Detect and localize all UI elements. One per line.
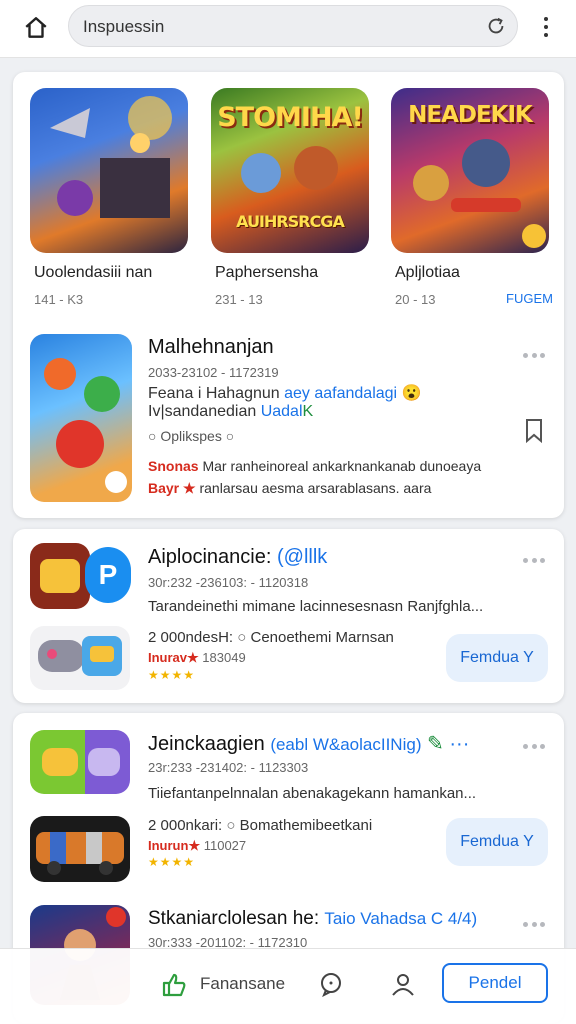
app-meta: 30r:232 -236103: - 1120318 — [148, 575, 309, 590]
reload-icon[interactable] — [485, 15, 507, 37]
search-bar[interactable]: Inspuessin — [68, 5, 518, 47]
app-meta: 23r:233 -231402: - 1123303 — [148, 760, 309, 775]
game-art-2: STOMIHA! AUIHRSRCGA — [211, 88, 369, 253]
truck-image — [30, 816, 130, 882]
app-description: Tarandeinethi mimane lacinnesesnasn Ranj… — [148, 598, 484, 615]
promo-line-2: Bayr ★ ranlarsau aesma arsarablasans. aa… — [148, 480, 432, 496]
app-badge-icon: P — [85, 547, 131, 603]
app-title: Stkaniarclolesan he: Taio Vahadsa C 4/4) — [148, 908, 478, 929]
more-icon[interactable] — [523, 348, 545, 362]
profile-icon[interactable] — [390, 971, 416, 997]
featured-card: Uoolendasiii nan 141 - K3 STOMIHA! AUIHR… — [13, 72, 564, 518]
app-title: Jeinckaagien (eabl W&aolacIINig) ✎ ··· — [148, 733, 470, 755]
app-line-2: Iv|sandanedian UadalK — [148, 403, 314, 420]
art-subtitle: AUIHRSRCGA — [236, 212, 345, 231]
app-icon[interactable] — [30, 334, 132, 502]
stat-row: 2 000ndesH: ○ Cenoethemi Marnsan — [148, 629, 394, 646]
rating-stars: ★★★★ — [148, 855, 196, 869]
install-button[interactable]: Femdua Y — [446, 818, 548, 866]
location-row[interactable]: ○ Oplikspes ○ — [148, 428, 234, 444]
pendel-button[interactable]: Pendel — [442, 963, 548, 1003]
featured-meta: 20 - 13 — [395, 292, 436, 307]
more-menu-icon[interactable] — [534, 12, 558, 42]
like-icon[interactable] — [160, 971, 188, 999]
featured-tile-2[interactable]: STOMIHA! AUIHRSRCGA Paphersensha 231 - 1… — [211, 88, 371, 307]
location-icon: ○ — [225, 428, 235, 444]
comment-icon[interactable] — [318, 971, 344, 997]
app-description: Tiiefantanpelnnalan abenakagekann hamank… — [148, 785, 477, 802]
featured-tile-3[interactable]: NEADEKIK Apljlotiaa 20 - 13 FUGEM — [391, 88, 553, 307]
featured-tag[interactable]: FUGEM — [506, 291, 553, 306]
more-icon[interactable] — [523, 739, 545, 753]
app-meta: 2033-23102 - 1172319 — [148, 365, 279, 380]
featured-title: Paphersensha — [215, 264, 319, 281]
search-input[interactable]: Inspuessin — [83, 17, 164, 37]
game-art-3: NEADEKIK — [391, 88, 549, 253]
stat-row: 2 000nkari: ○ Bomathemibeetkani — [148, 817, 373, 834]
featured-title: Uoolendasiii nan — [34, 264, 153, 281]
featured-title: Apljlotiaa — [395, 264, 460, 281]
app-title: Malhehnanjan — [148, 336, 274, 358]
featured-meta: 231 - 13 — [215, 292, 263, 307]
app-title: Aiplocinancie: (@lllk — [148, 546, 328, 568]
bookmark-icon[interactable] — [523, 418, 545, 444]
app-card-2: P Aiplocinancie: (@lllk 30r:232 -236103:… — [13, 529, 564, 703]
install-button[interactable]: Femdua Y — [446, 634, 548, 682]
nav-label[interactable]: Fanansane — [200, 974, 285, 994]
featured-meta: 141 - K3 — [34, 292, 84, 307]
featured-tile-1[interactable]: Uoolendasiii nan 141 - K3 — [30, 88, 190, 307]
game-art-1 — [30, 88, 188, 253]
badge-row: Inurav★ 183049 — [148, 650, 246, 665]
home-icon[interactable] — [20, 12, 52, 44]
more-icon[interactable] — [523, 917, 545, 931]
app-icon[interactable] — [30, 543, 90, 609]
promo-line-1: Snonas Mar ranheinoreal ankarknankanab d… — [148, 458, 482, 474]
more-icon[interactable] — [523, 553, 545, 567]
app-line-1: Feana i Hahagnun aey aafandalagi 😮 — [148, 385, 422, 402]
controller-image — [30, 626, 130, 690]
rating-stars: ★★★★ — [148, 668, 196, 682]
top-bar: Inspuessin — [0, 0, 576, 58]
badge-row: Inurun★ 110027 — [148, 838, 247, 853]
bottom-nav: Fanansane Pendel — [0, 948, 576, 1024]
location-icon: ○ — [148, 428, 157, 444]
app-icon[interactable] — [30, 730, 130, 794]
